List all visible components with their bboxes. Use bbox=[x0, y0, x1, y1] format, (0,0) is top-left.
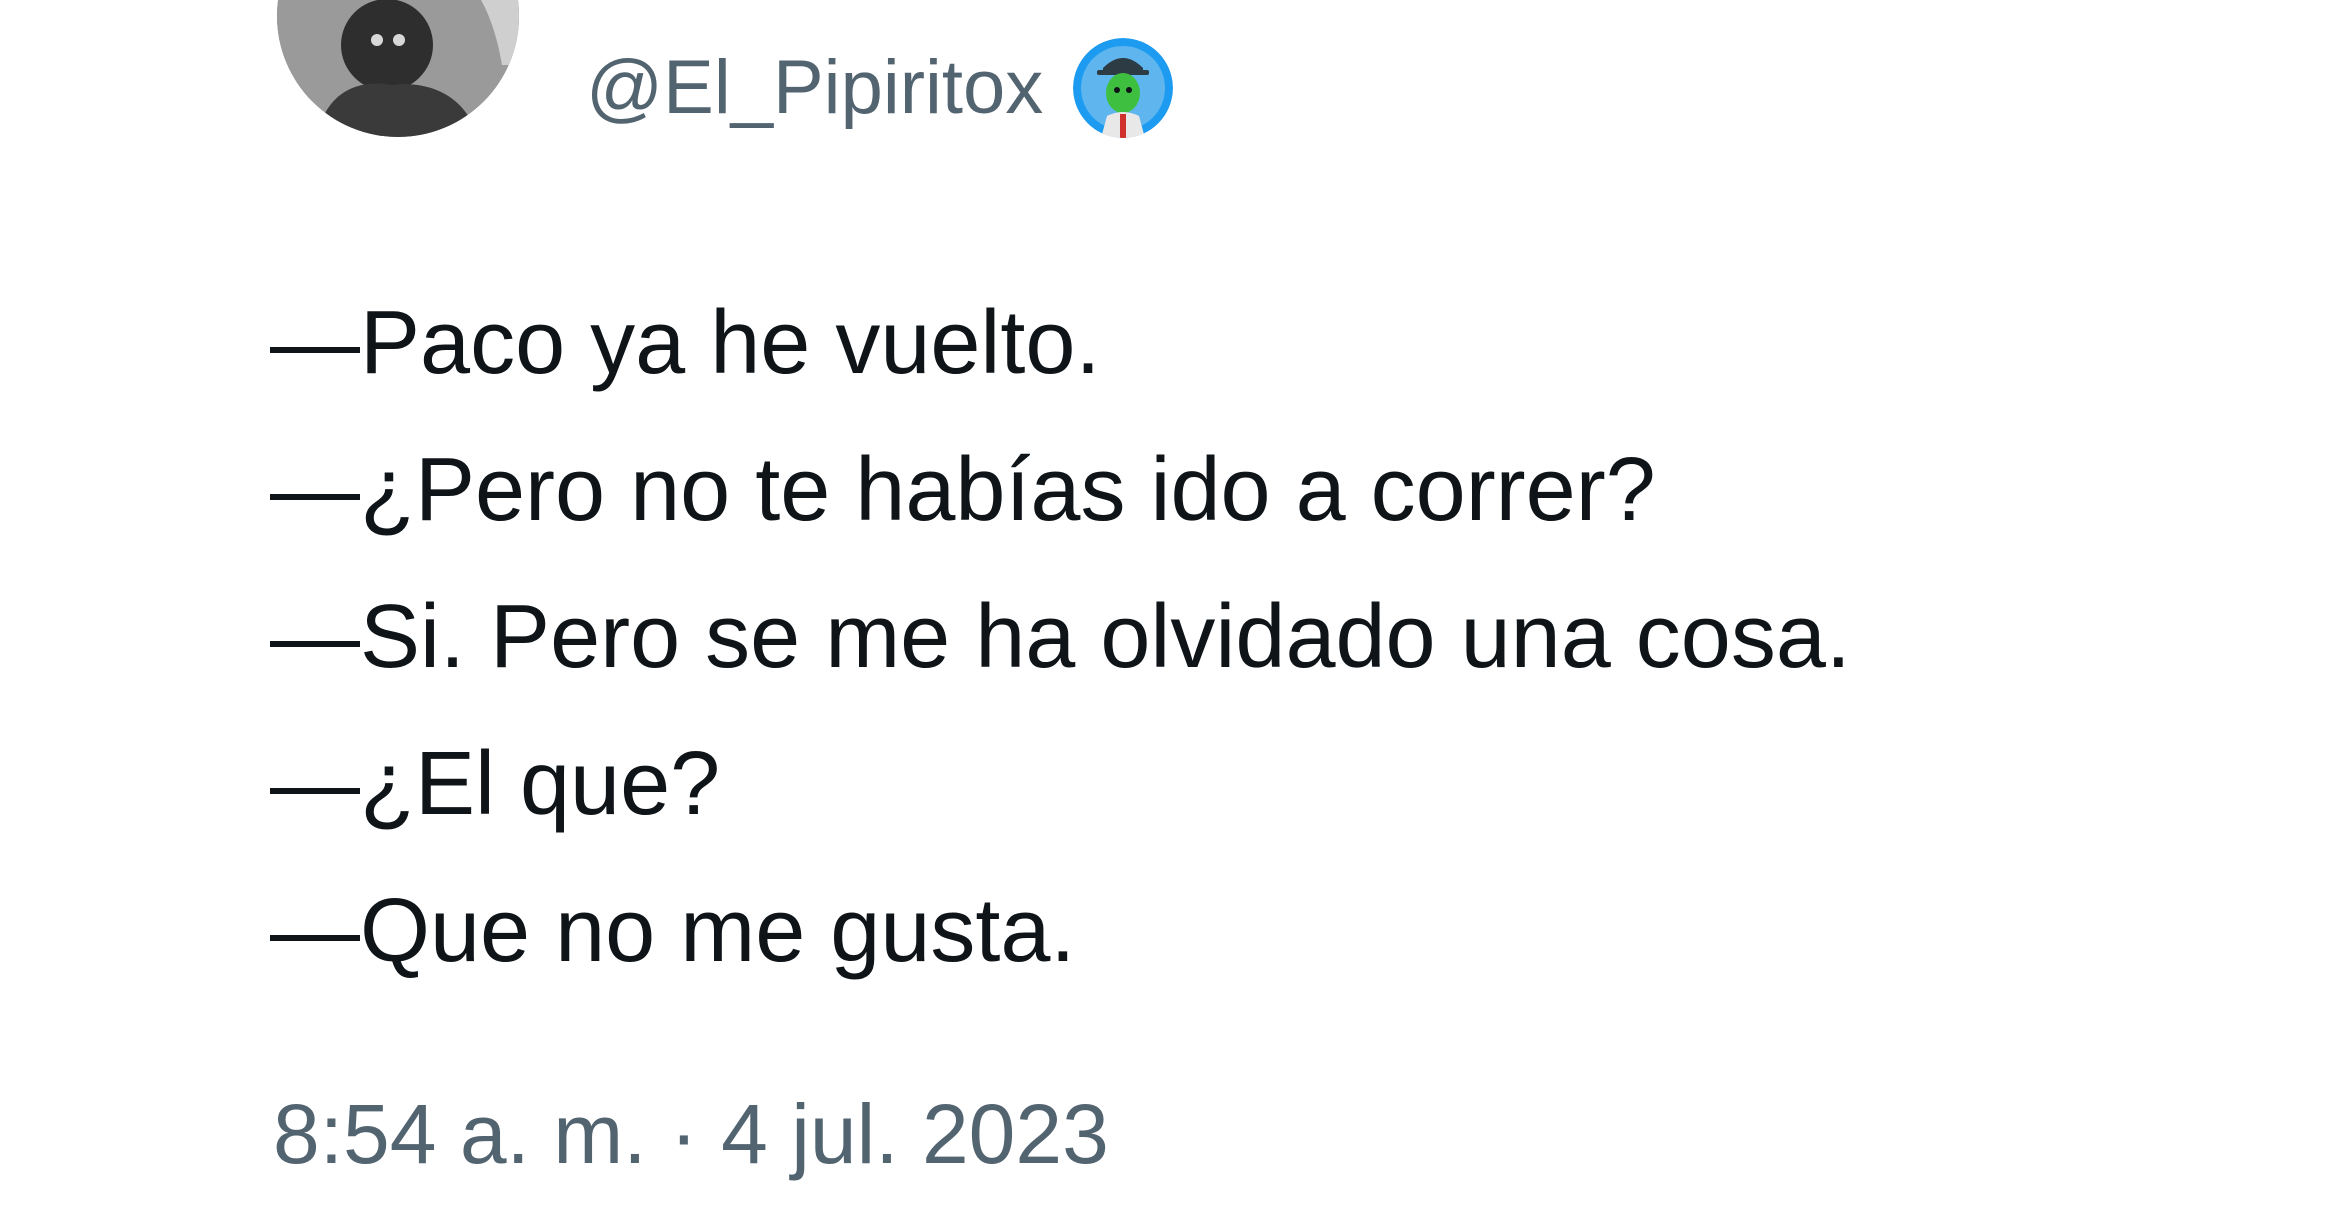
tweet-text-line: —Paco ya he vuelto. bbox=[270, 293, 1101, 393]
tweet-timestamp[interactable]: 8:54 a. m. · 4 jul. 2023 bbox=[273, 1092, 1109, 1176]
author-handle-row: @El_Pipiritox bbox=[586, 38, 1174, 138]
tweet-text-line: —¿Pero no te habías ido a correr? bbox=[270, 440, 1656, 540]
tweet-text-line: —Si. Pero se me ha olvidado una cosa. bbox=[270, 587, 1851, 687]
user-avatar-icon[interactable] bbox=[277, 0, 519, 137]
author-handle[interactable]: @El_Pipiritox bbox=[586, 50, 1043, 126]
tweet-text: —Paco ya he vuelto. —¿Pero no te habías … bbox=[270, 270, 1851, 1005]
profile-emoji-badge-icon bbox=[1073, 38, 1174, 138]
tweet-text-line: —¿El que? bbox=[270, 734, 721, 834]
tweet-text-line: —Que no me gusta. bbox=[270, 881, 1076, 981]
tweet: @El_Pipiritox —Paco ya he vuelto. —¿Pero… bbox=[0, 0, 2350, 1230]
